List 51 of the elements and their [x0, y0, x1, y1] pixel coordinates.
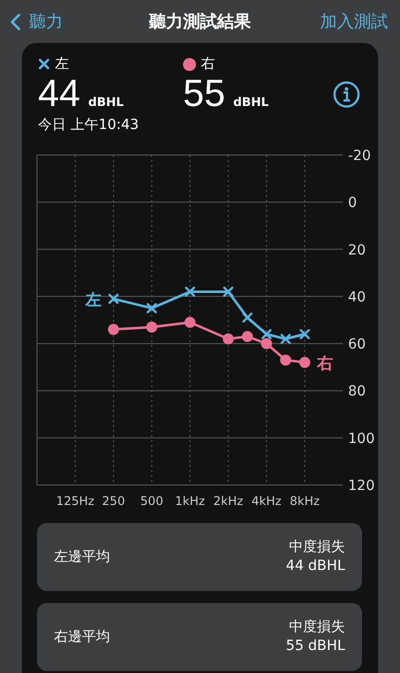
- add-test-button[interactable]: 加入測試: [320, 10, 388, 33]
- summary-label: 左邊平均: [54, 548, 110, 566]
- cross-marker: [223, 286, 234, 297]
- x-tick-label: 4kHz: [252, 494, 282, 508]
- timestamp: 今日 上午10:43: [38, 116, 140, 134]
- x-tick-label: 250: [102, 494, 125, 508]
- window-title: 聽力測試結果: [149, 11, 251, 33]
- y-tick-label: 0: [348, 195, 357, 212]
- series-label: 右: [316, 353, 333, 372]
- y-tick-label: 100: [348, 430, 375, 447]
- back-button[interactable]: 聽力: [10, 10, 63, 33]
- ear-label: 左: [55, 55, 69, 73]
- x-tick-label: 500: [140, 494, 164, 508]
- cross-marker: [300, 329, 310, 340]
- cross-marker: [261, 329, 272, 340]
- x-tick-label: 1kHz: [175, 494, 205, 508]
- cross-marker: [108, 294, 119, 304]
- summary-label: 右邊平均: [54, 628, 110, 646]
- dot-marker: [299, 356, 310, 368]
- y-tick-label: 40: [348, 289, 366, 306]
- chevron-icon: [10, 12, 21, 30]
- y-tick-label: 60: [348, 336, 366, 353]
- unit-label: dBHL: [233, 95, 269, 109]
- y-tick-label: 80: [348, 384, 366, 400]
- x-tick-label: 2kHz: [213, 494, 244, 508]
- cross-marker: [242, 312, 252, 323]
- hearing-value: 44: [38, 74, 80, 114]
- cross-marker: [184, 286, 196, 297]
- y-tick-label: 20: [348, 242, 366, 258]
- dot-marker: [242, 331, 253, 342]
- grade-label: 中度損失: [289, 618, 345, 637]
- grade-label: 中度損失: [289, 538, 345, 557]
- dot-marker: [261, 338, 272, 350]
- ear-label: 右: [201, 55, 215, 73]
- cross-marker: [146, 303, 157, 314]
- hearing-value: 55: [183, 74, 226, 114]
- x-tick-label: 8kHz: [290, 494, 320, 508]
- series-label: 左: [86, 290, 102, 309]
- info-icon[interactable]: [333, 81, 360, 108]
- dot-marker: [146, 322, 158, 333]
- average-value: 44 dBHL: [286, 557, 345, 576]
- y-tick-label: 120: [348, 478, 375, 494]
- x-tick-label: 125Hz: [56, 494, 94, 508]
- unit-label: dBHL: [88, 95, 124, 109]
- dot-marker: [222, 333, 234, 344]
- cross-marker: [280, 334, 291, 344]
- dot-marker: [280, 354, 292, 366]
- dot-marker: [108, 324, 119, 335]
- dot-marker: [184, 316, 196, 328]
- average-value: 55 dBHL: [286, 637, 345, 656]
- y-tick-label: -20: [348, 148, 371, 164]
